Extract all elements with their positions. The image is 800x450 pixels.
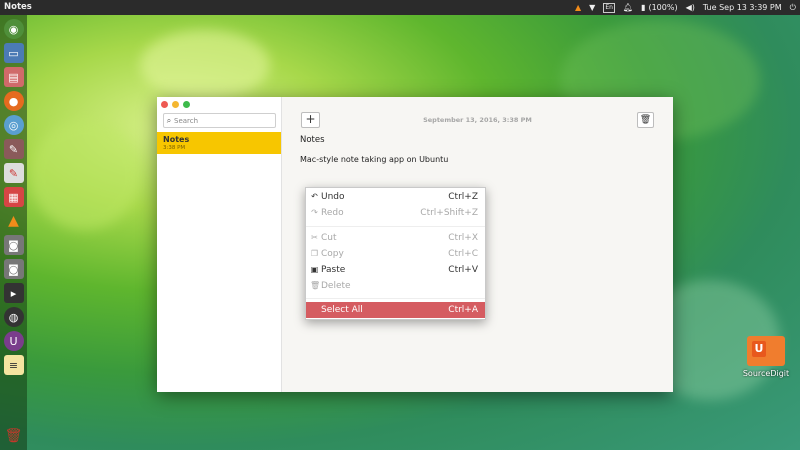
wallpaper-blob	[140, 30, 270, 100]
undo-icon: ↶	[311, 192, 318, 201]
clock[interactable]: Tue Sep 13 3:39 PM	[703, 0, 782, 15]
top-panel: Notes ▲ ▼ En 🔔︎ ▮ (100%) ◀) Tue Sep 13 3:…	[0, 0, 800, 15]
note-list-item[interactable]: Notes 3:38 PM	[157, 132, 281, 154]
search-icon: ⌕	[166, 115, 172, 125]
cut-icon: ✂	[311, 233, 318, 242]
launcher: ◉ ▭ ▤ ● ◎ ✎ ✎ ▦ ▲ ◙ ◙ ▸ ◍ U ≡ 🗑︎	[0, 15, 27, 450]
redo-icon: ↷	[311, 208, 318, 217]
dash-home-icon[interactable]: ◉	[3, 19, 24, 39]
copy-icon: ❐	[310, 249, 319, 258]
vlc-icon[interactable]: ▲	[4, 211, 24, 231]
app-title: Notes	[4, 2, 32, 12]
menu-item-undo[interactable]: ↶ Undo Ctrl+Z	[306, 190, 485, 204]
camera-icon[interactable]: ◍	[3, 307, 24, 327]
text-editor-icon[interactable]: ✎	[3, 163, 24, 183]
sidebar: ⌕ Search Notes 3:38 PM	[157, 97, 282, 392]
menu-item-delete[interactable]: 🗑︎ Delete	[306, 279, 485, 293]
disk-icon-2[interactable]: ◙	[3, 259, 24, 279]
trash-can-icon: 🗑︎	[639, 115, 652, 125]
keyboard-indicator[interactable]: En	[603, 2, 615, 13]
wifi-icon[interactable]: ▼	[589, 0, 595, 15]
volume-icon[interactable]: ◀)	[686, 0, 695, 15]
note-body-text[interactable]: Mac-style note taking app on Ubuntu	[300, 155, 448, 164]
search-placeholder: Search	[174, 116, 199, 125]
menu-separator	[306, 226, 485, 227]
chromium-icon[interactable]: ◎	[3, 115, 24, 135]
search-input[interactable]: ⌕ Search	[163, 113, 276, 128]
delete-note-button[interactable]: 🗑︎	[637, 112, 654, 128]
menu-item-paste[interactable]: ▣ Paste Ctrl+V	[306, 263, 485, 277]
battery-indicator[interactable]: ▮ (100%)	[641, 0, 678, 15]
desktop-folder-icon[interactable]: U SourceDigit	[738, 336, 794, 378]
disk-icon[interactable]: ◙	[3, 235, 24, 255]
notes-app-icon[interactable]: ≡	[3, 355, 24, 375]
context-menu: ↶ Undo Ctrl+Z ↷ Redo Ctrl+Shift+Z ✂ Cut …	[305, 187, 486, 320]
games-icon[interactable]: ▦	[3, 187, 24, 207]
minimize-window-button[interactable]	[172, 101, 179, 108]
close-window-button[interactable]	[161, 101, 168, 108]
menu-item-select-all[interactable]: Select All Ctrl+A	[306, 302, 485, 318]
folder-icon: U	[747, 336, 785, 366]
terminal-icon[interactable]: ▸	[3, 283, 24, 303]
trash-icon[interactable]: 🗑︎	[4, 426, 24, 446]
delete-icon: 🗑︎	[310, 281, 321, 290]
menu-item-redo[interactable]: ↷ Redo Ctrl+Shift+Z	[306, 206, 485, 220]
battery-icon: ▮	[641, 3, 646, 12]
panel-indicators: ▲ ▼ En 🔔︎ ▮ (100%) ◀) Tue Sep 13 3:39 PM …	[575, 0, 796, 15]
files-icon[interactable]: ▭	[3, 43, 24, 63]
paste-icon: ▣	[310, 265, 319, 274]
maximize-window-button[interactable]	[183, 101, 190, 108]
note-title-text[interactable]: Notes	[300, 135, 325, 145]
menu-item-copy[interactable]: ❐ Copy Ctrl+C	[306, 247, 485, 261]
desktop-icon-label: SourceDigit	[742, 369, 790, 378]
bell-icon[interactable]: 🔔︎	[623, 0, 633, 15]
settings-tools-icon[interactable]: ✎	[3, 139, 24, 159]
note-list-item-time: 3:38 PM	[163, 145, 186, 151]
vlc-tray-icon[interactable]: ▲	[575, 0, 581, 15]
wallpaper-blob	[30, 120, 140, 230]
store-icon[interactable]: ▤	[3, 67, 24, 87]
menu-separator	[306, 298, 485, 299]
ubuntu-software-icon[interactable]: U	[3, 331, 24, 351]
power-icon[interactable]: ⏻	[790, 0, 796, 15]
note-list-item-title: Notes	[163, 135, 190, 144]
menu-item-cut[interactable]: ✂ Cut Ctrl+X	[306, 231, 485, 245]
firefox-icon[interactable]: ●	[3, 91, 24, 111]
note-date: September 13, 2016, 3:38 PM	[423, 116, 532, 124]
